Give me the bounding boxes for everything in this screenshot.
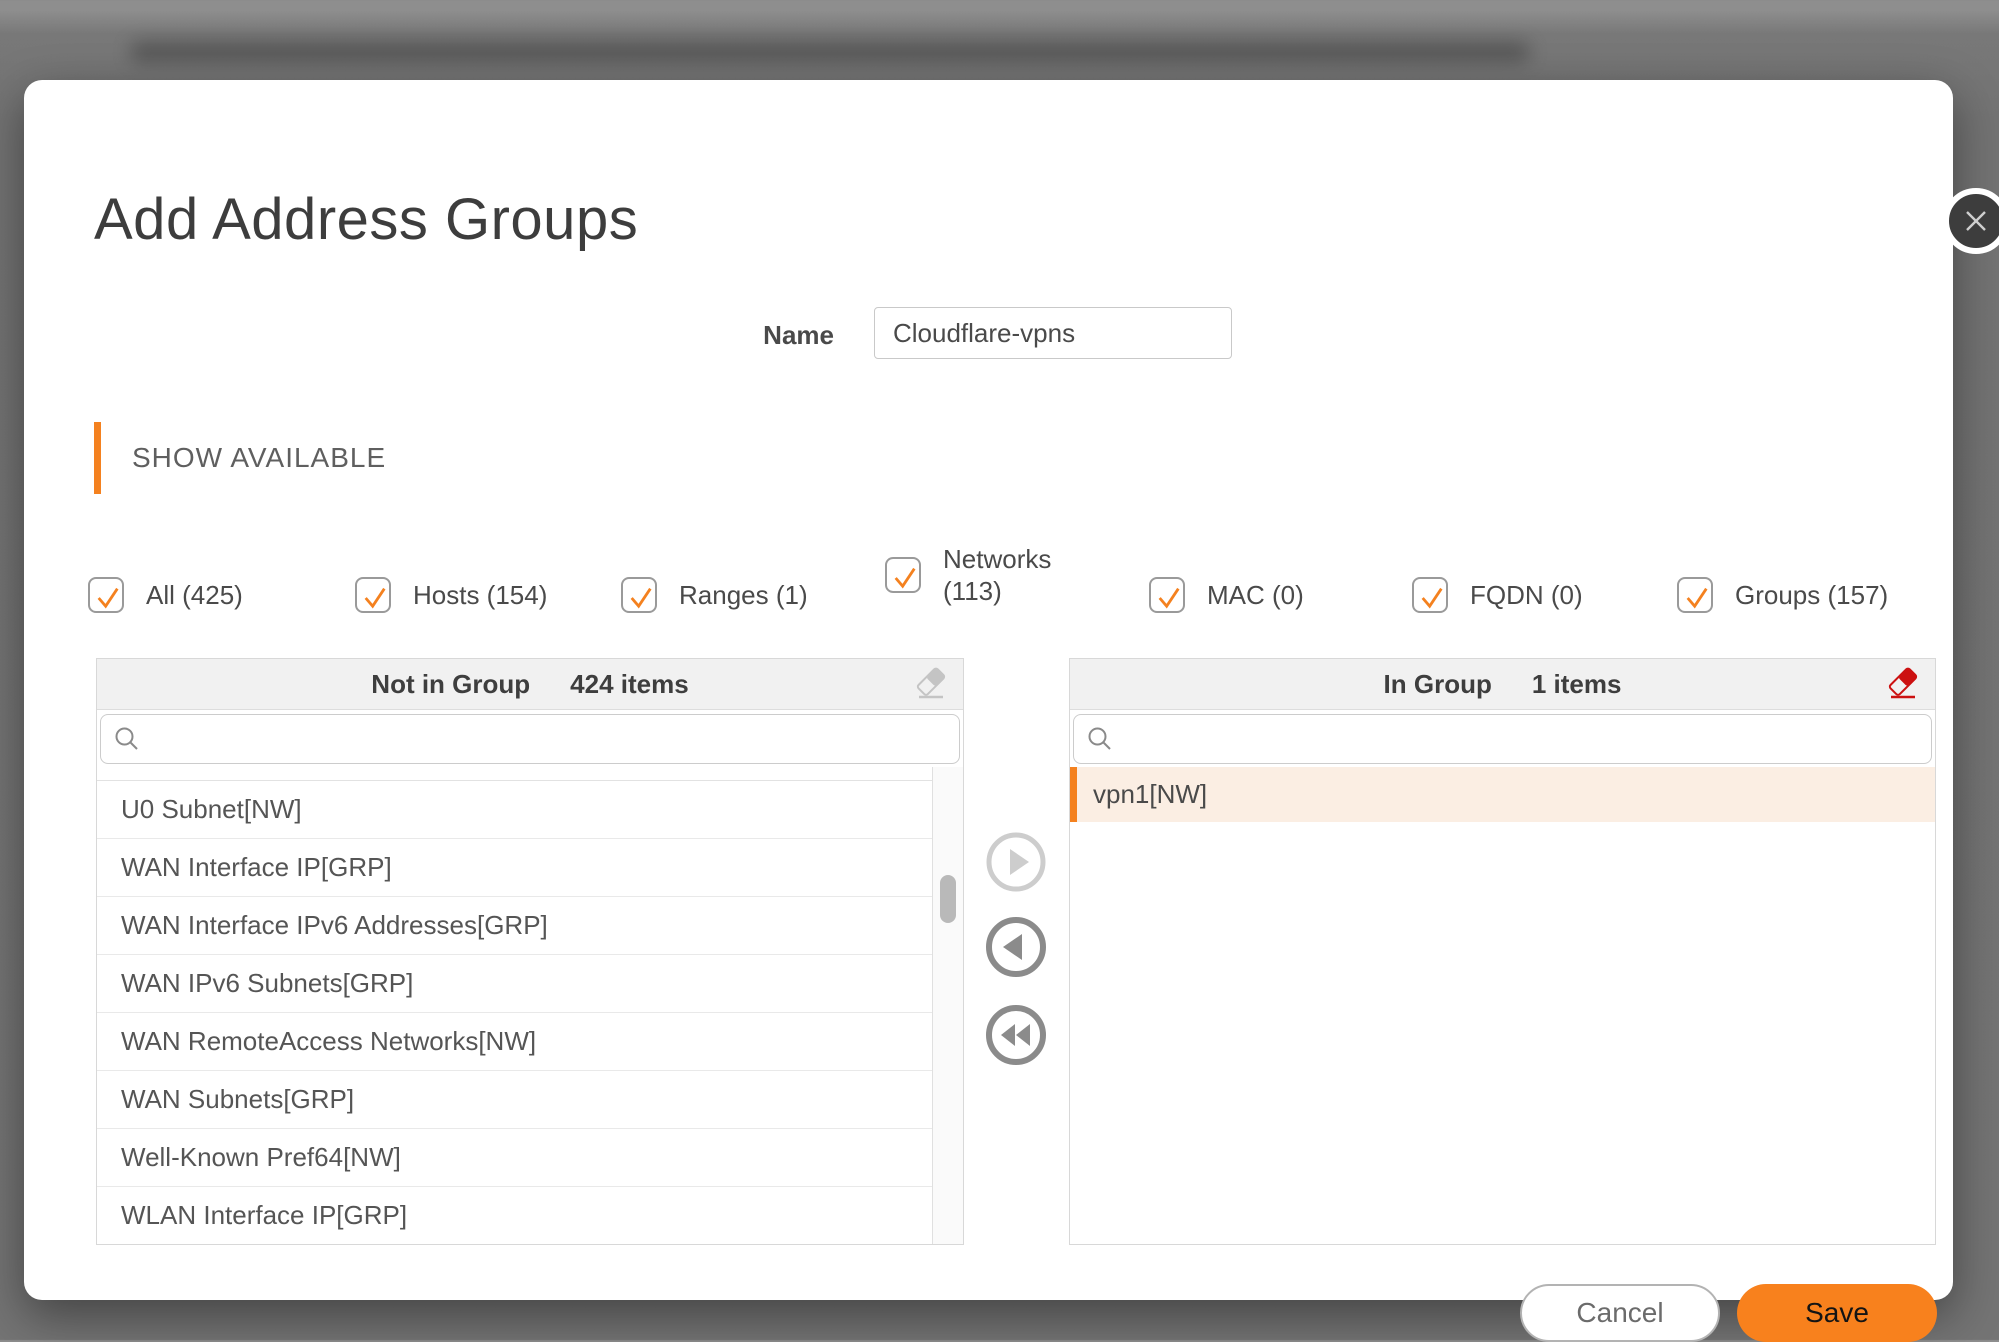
search-input[interactable] — [1073, 714, 1932, 764]
move-left-button[interactable] — [984, 915, 1048, 979]
checkbox-checked[interactable] — [885, 557, 921, 593]
close-button[interactable] — [1943, 188, 1999, 254]
list-item[interactable]: Well-Known Pref64[NW] — [97, 1129, 933, 1187]
arrow-left-icon — [984, 967, 1048, 982]
name-label: Name — [664, 320, 834, 351]
not-in-group-panel: Not in Group 424 items U0 Subnet[NW] — [96, 658, 964, 1245]
name-input[interactable] — [874, 307, 1232, 359]
filter-hosts[interactable]: Hosts (154) — [355, 559, 547, 631]
filter-all[interactable]: All (425) — [88, 559, 243, 631]
close-icon — [1963, 208, 1989, 234]
scrollbar-thumb[interactable] — [940, 875, 956, 923]
list-item[interactable]: WLAN Interface IP[GRP] — [97, 1187, 933, 1244]
filter-label: MAC (0) — [1207, 579, 1304, 611]
panel-title: Not in Group — [371, 669, 530, 700]
move-all-left-button[interactable] — [984, 1003, 1048, 1067]
filter-label: Groups (157) — [1735, 579, 1888, 611]
filter-ranges[interactable]: Ranges (1) — [621, 559, 808, 631]
list-item[interactable]: WAN Interface IP[GRP] — [97, 839, 933, 897]
selected-group-member[interactable]: vpn1[NW] — [1070, 767, 1935, 822]
list-item[interactable]: WAN RemoteAccess Networks[NW] — [97, 1013, 933, 1071]
filter-fqdn[interactable]: FQDN (0) — [1412, 559, 1583, 631]
in-group-search — [1073, 714, 1932, 764]
section-header: SHOW AVAILABLE — [132, 442, 386, 474]
cancel-button[interactable]: Cancel — [1520, 1284, 1720, 1342]
checkbox-checked[interactable] — [621, 577, 657, 613]
double-arrow-left-icon — [984, 1055, 1048, 1070]
partial-row — [97, 767, 933, 781]
checkbox-checked[interactable] — [1677, 577, 1713, 613]
scrollbar-track[interactable] — [932, 767, 963, 1244]
section-accent-bar — [94, 422, 101, 494]
clear-list-icon[interactable] — [1885, 666, 1921, 702]
not-in-group-list: U0 Subnet[NW] WAN Interface IP[GRP] WAN … — [97, 767, 963, 1244]
not-in-group-search — [100, 714, 960, 764]
dialog-title: Add Address Groups — [94, 186, 638, 253]
clear-list-icon[interactable] — [913, 666, 949, 702]
filter-label: All (425) — [146, 579, 243, 611]
filter-groups[interactable]: Groups (157) — [1677, 559, 1888, 631]
filter-label: Ranges (1) — [679, 579, 808, 611]
checkbox-checked[interactable] — [355, 577, 391, 613]
filter-label: Networks (113) — [943, 543, 1071, 607]
filter-label: FQDN (0) — [1470, 579, 1583, 611]
filter-mac[interactable]: MAC (0) — [1149, 559, 1304, 631]
list-item[interactable]: WAN Subnets[GRP] — [97, 1071, 933, 1129]
add-address-groups-dialog: Add Address Groups Name SHOW AVAILABLE A… — [24, 80, 1953, 1300]
not-in-group-header: Not in Group 424 items — [97, 659, 963, 710]
panel-count: 1 items — [1532, 669, 1622, 700]
list-item[interactable]: WAN Interface IPv6 Addresses[GRP] — [97, 897, 933, 955]
move-right-button[interactable] — [984, 830, 1048, 894]
list-item[interactable]: U0 Subnet[NW] — [97, 781, 933, 839]
in-group-panel: In Group 1 items vpn1[NW] — [1069, 658, 1936, 1245]
filter-networks[interactable]: Networks (113) — [885, 539, 1071, 611]
arrow-right-icon — [984, 882, 1048, 897]
checkbox-checked[interactable] — [88, 577, 124, 613]
search-input[interactable] — [100, 714, 960, 764]
background-dimmed-content — [130, 42, 1530, 62]
filter-label: Hosts (154) — [413, 579, 547, 611]
list-item[interactable]: WAN IPv6 Subnets[GRP] — [97, 955, 933, 1013]
panel-title: In Group — [1384, 669, 1492, 700]
checkbox-checked[interactable] — [1149, 577, 1185, 613]
panel-count: 424 items — [570, 669, 689, 700]
in-group-header: In Group 1 items — [1070, 659, 1935, 710]
checkbox-checked[interactable] — [1412, 577, 1448, 613]
save-button[interactable]: Save — [1737, 1284, 1937, 1342]
